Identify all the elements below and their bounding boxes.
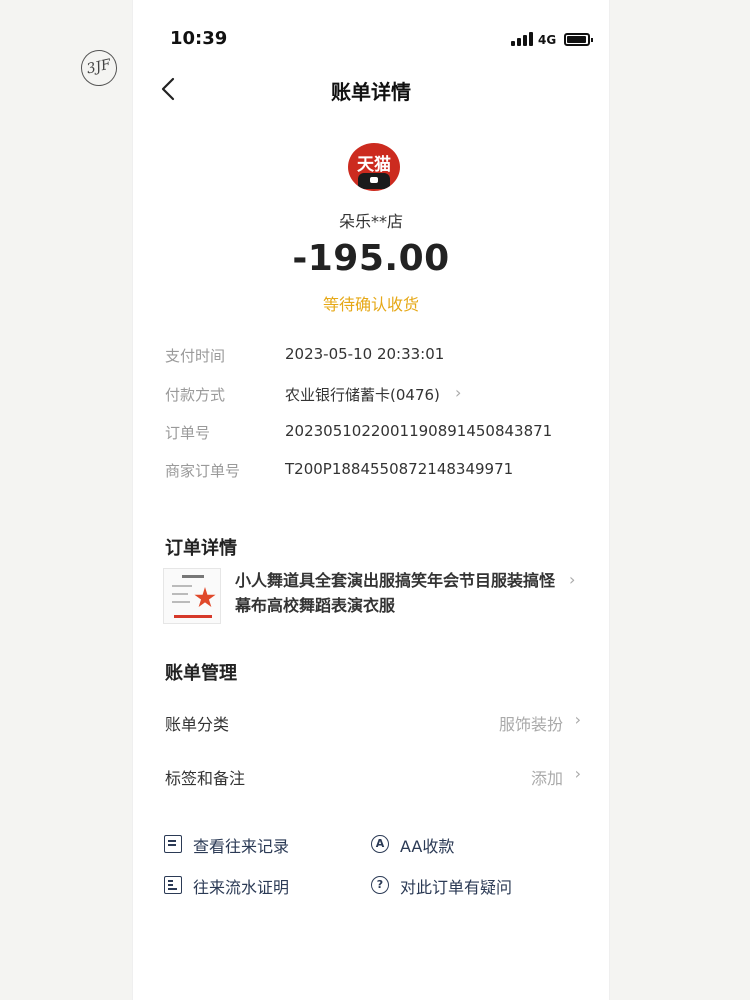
merchant-name: 朵乐**店 bbox=[338, 212, 403, 231]
battery-icon bbox=[564, 33, 593, 46]
product-thumbnail bbox=[163, 568, 221, 624]
detail-row-merchant-order: 商家订单号 T200P1884550872148349971 bbox=[165, 460, 585, 486]
action-label: 对此订单有疑问 bbox=[400, 878, 513, 897]
transaction-amount: -195.00 bbox=[292, 238, 450, 279]
chevron-right-icon: › bbox=[574, 710, 581, 729]
chevron-right-icon: › bbox=[569, 570, 576, 589]
detail-value: T200P1884550872148349971 bbox=[285, 460, 514, 478]
question-icon: ? bbox=[371, 876, 389, 894]
detail-value: 2023051022001190891450843871 bbox=[285, 422, 553, 440]
status-time: 10:39 bbox=[170, 28, 228, 49]
nav-bar: 账单详情 bbox=[132, 68, 610, 110]
chevron-right-icon: › bbox=[455, 383, 462, 402]
chevron-right-icon: › bbox=[574, 764, 581, 783]
detail-row-pay-time: 支付时间 2023-05-10 20:33:01 bbox=[165, 345, 585, 371]
action-label: 往来流水证明 bbox=[193, 878, 290, 897]
manage-label: 标签和备注 bbox=[165, 769, 246, 788]
aa-icon: A bbox=[371, 835, 389, 853]
detail-row-pay-method[interactable]: 付款方式 农业银行储蓄卡(0476) › bbox=[165, 383, 585, 410]
action-label: AA收款 bbox=[400, 837, 455, 856]
logo-text: 天猫 bbox=[357, 155, 391, 175]
page-title: 账单详情 bbox=[331, 80, 411, 104]
detail-label: 商家订单号 bbox=[165, 462, 241, 480]
manage-section-title: 账单管理 bbox=[165, 663, 237, 684]
manage-value: 服饰装扮 bbox=[498, 715, 563, 734]
detail-label: 支付时间 bbox=[165, 347, 226, 365]
manage-label: 账单分类 bbox=[165, 715, 230, 734]
status-bar: 10:39 4G bbox=[132, 0, 610, 64]
network-type: 4G bbox=[538, 33, 557, 47]
manage-value: 添加 bbox=[530, 769, 563, 788]
merchant-logo: 天猫 bbox=[348, 143, 400, 191]
product-title: 小人舞道具全套演出服搞笑年会节目服装搞怪幕布高校舞蹈表演衣服 bbox=[235, 571, 556, 615]
cat-face-icon bbox=[358, 173, 390, 189]
detail-row-order-number: 订单号 2023051022001190891450843871 bbox=[165, 422, 585, 448]
detail-value: 农业银行储蓄卡(0476) bbox=[285, 386, 440, 404]
record-icon bbox=[164, 835, 182, 853]
bill-category-row[interactable]: 账单分类 服饰装扮 › bbox=[165, 710, 585, 737]
order-section-title: 订单详情 bbox=[165, 538, 237, 559]
action-label: 查看往来记录 bbox=[193, 837, 290, 856]
handwritten-stamp: 3JF bbox=[77, 46, 121, 90]
statement-icon bbox=[164, 876, 182, 894]
product-item[interactable]: 小人舞道具全套演出服搞笑年会节目服装搞怪幕布高校舞蹈表演衣服 › bbox=[163, 566, 583, 626]
detail-label: 付款方式 bbox=[165, 386, 226, 404]
signal-icon bbox=[511, 32, 533, 46]
order-status: 等待确认收货 bbox=[322, 295, 419, 314]
detail-value: 2023-05-10 20:33:01 bbox=[285, 345, 445, 363]
detail-label: 订单号 bbox=[165, 424, 211, 442]
tags-notes-row[interactable]: 标签和备注 添加 › bbox=[165, 764, 585, 791]
